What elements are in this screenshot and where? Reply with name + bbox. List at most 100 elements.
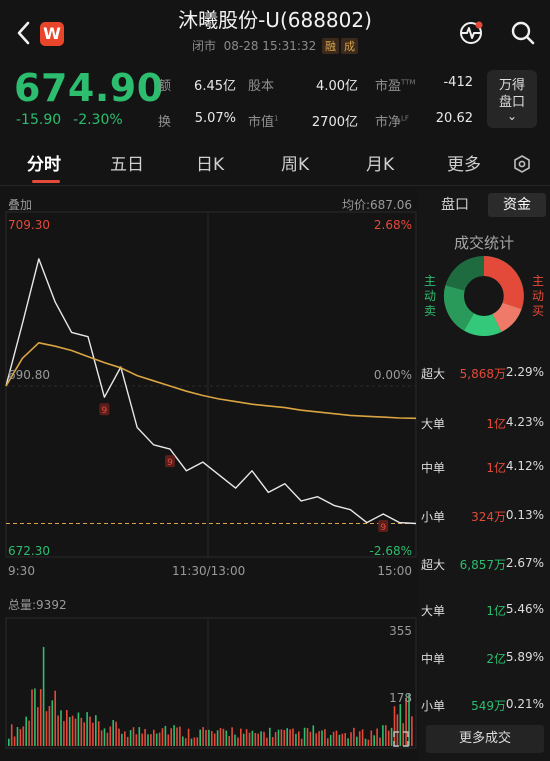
avg-price-label: 均价:687.06 xyxy=(341,198,412,212)
tab-indicator xyxy=(32,180,60,183)
search-icon[interactable] xyxy=(508,18,538,48)
quote-panel: 674.90 -15.90 -2.30% 额 6.45亿 股本 4.00亿 市盈T… xyxy=(0,62,550,132)
volume-bar xyxy=(25,716,27,746)
stat-value: -412 xyxy=(443,75,473,90)
volume-bar xyxy=(376,728,378,746)
flow-row: 中单 1亿 4.12% xyxy=(418,459,550,477)
volume-bar xyxy=(161,728,164,746)
price-line xyxy=(5,258,417,525)
volume-bar xyxy=(263,731,265,746)
flow-row: 超大 5,868万 2.29% xyxy=(418,365,550,383)
volume-bar xyxy=(274,732,277,746)
flow-row-name: 中单 xyxy=(421,652,446,666)
volume-bar xyxy=(109,726,112,746)
flow-row: 小单 324万 0.13% xyxy=(418,508,550,526)
market-datetime: 08-28 15:31:32 xyxy=(223,39,317,53)
tab-five-day[interactable]: 五日 xyxy=(110,150,144,175)
volume-bar xyxy=(158,732,161,746)
volume-bar xyxy=(327,738,329,746)
avg-price-line xyxy=(5,342,417,420)
chart-canvas: 9 9 9 xyxy=(5,211,417,749)
low-price-tick: 672.30 xyxy=(8,544,50,558)
flow-row: 大单 1亿 5.46% xyxy=(418,602,550,620)
wande-pankou-button[interactable]: 万得 盘口 ⌄ xyxy=(487,70,537,128)
change-percent: -2.30% xyxy=(73,112,123,128)
event-marker-label: 9 xyxy=(380,523,386,533)
volume-bar xyxy=(100,730,103,746)
volume-bar xyxy=(155,733,158,746)
volume-bar xyxy=(112,720,114,746)
flow-row-name: 小单 xyxy=(421,510,446,524)
last-price: 674.90 xyxy=(14,66,164,110)
stat-sup: LF xyxy=(401,114,409,123)
volume-bar xyxy=(118,728,120,746)
time-start-tick: 9:30 xyxy=(8,564,35,578)
overlay-label[interactable]: 叠加 xyxy=(8,196,32,213)
header-bar: W 沐曦股份-U(688802) 闭市 08-28 15:31:32 融成 xyxy=(0,0,550,60)
volume-label: 总量:9392 xyxy=(8,598,67,612)
flow-row-amount: 1亿 xyxy=(486,417,506,431)
stat-pb: 市净LF 20.62 xyxy=(375,111,473,130)
volume-bar xyxy=(135,734,138,746)
volume-bar xyxy=(211,731,213,746)
volume-bar xyxy=(382,725,384,746)
volume-bar xyxy=(411,716,413,746)
volume-bar xyxy=(257,733,259,746)
volume-bar xyxy=(48,706,51,746)
volume-bar xyxy=(338,734,341,746)
volume-bar xyxy=(77,712,80,746)
tab-intraday[interactable]: 分时 xyxy=(27,150,61,175)
volume-bar xyxy=(373,735,375,746)
volume-bar xyxy=(303,727,306,746)
tab-month-k[interactable]: 月K xyxy=(366,150,394,175)
settings-icon[interactable] xyxy=(512,154,532,174)
volume-bar xyxy=(329,735,332,746)
volume-bar xyxy=(45,711,48,746)
stat-label: 额 xyxy=(158,79,172,94)
chevron-down-icon: ⌄ xyxy=(506,109,518,123)
flow-row: 大单 1亿 4.23% xyxy=(418,415,550,433)
flow-row-name: 中单 xyxy=(421,461,446,475)
volume-bar xyxy=(193,737,196,746)
volume-bar xyxy=(234,734,236,746)
flow-row-name: 小单 xyxy=(421,699,446,713)
tab-zijin[interactable]: 资金 xyxy=(488,193,546,217)
volume-bar xyxy=(344,733,346,746)
mid-price-tick: 690.80 xyxy=(8,368,50,382)
stat-sup: TTM xyxy=(401,78,416,87)
stat-mcap: 市值1 2700亿 xyxy=(248,111,358,130)
tab-more[interactable]: 更多 xyxy=(447,150,481,175)
volume-bar xyxy=(332,731,335,746)
stat-value: 5.07% xyxy=(194,111,236,126)
stat-pe: 市盈TTM -412 xyxy=(375,75,473,94)
volume-bar xyxy=(60,710,62,746)
stat-label: 市值 xyxy=(248,115,275,130)
volume-bar xyxy=(219,727,222,746)
volume-bar xyxy=(300,738,303,746)
volume-bar xyxy=(248,732,251,746)
volume-bar xyxy=(216,730,219,746)
volume-bar xyxy=(74,718,77,746)
volume-bar xyxy=(28,720,30,746)
stat-label: 股本 xyxy=(248,79,275,94)
stat-label: 市净 xyxy=(375,115,402,130)
volume-bar xyxy=(242,733,245,746)
flow-row-amount: 324万 xyxy=(471,510,506,524)
tab-day-k[interactable]: 日K xyxy=(196,150,224,175)
tab-pankou[interactable]: 盘口 xyxy=(426,193,484,217)
fullscreen-icon[interactable] xyxy=(392,730,410,748)
intraday-chart[interactable]: 9 9 9 叠加 均价:687.06 709.30 2.68% 690.80 0.0… xyxy=(0,190,418,761)
margin-badge: 融 xyxy=(322,38,340,54)
volume-bar xyxy=(97,721,100,746)
more-trades-button[interactable]: 更多成交 xyxy=(426,725,544,753)
monitor-icon[interactable] xyxy=(456,18,486,48)
volume-bar xyxy=(8,738,10,746)
volume-bar xyxy=(370,730,373,746)
volume-bar xyxy=(121,733,123,746)
volume-bar xyxy=(361,729,364,746)
flow-row-name: 超大 xyxy=(421,367,446,381)
side-panel: 盘口 资金 成交统计 主动卖 主动买 超大 5,868万 2.29% 大单 1亿 4.23… xyxy=(418,190,550,761)
volume-bar xyxy=(289,729,291,746)
tab-week-k[interactable]: 周K xyxy=(281,150,309,175)
flow-row-pct: 5.89% xyxy=(505,650,544,664)
